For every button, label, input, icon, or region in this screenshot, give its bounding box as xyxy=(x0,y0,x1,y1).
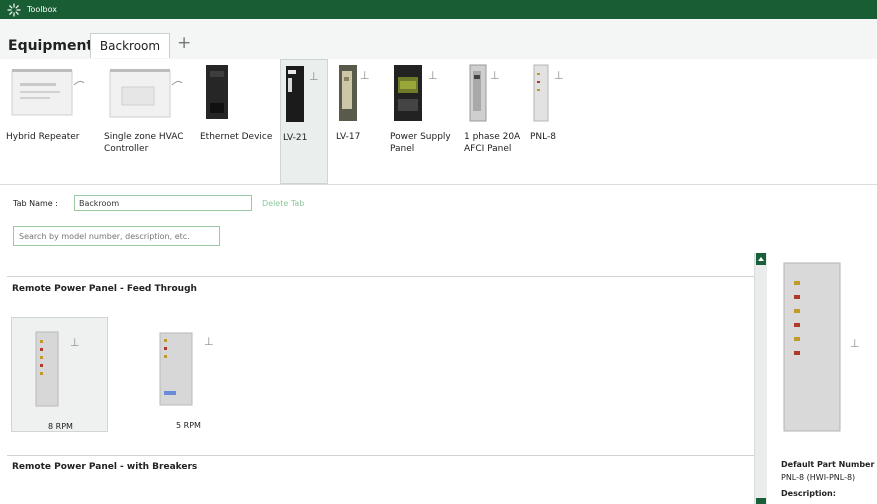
device-label: Ethernet Device xyxy=(200,132,273,142)
hybrid-repeater-image xyxy=(11,69,85,116)
8-rpm-image xyxy=(35,331,59,407)
tab-bar: Equipment Backroom + xyxy=(0,19,877,60)
equipment-heading: Equipment xyxy=(8,38,94,54)
ethernet-device-image xyxy=(206,65,228,119)
device-ethernet[interactable]: Ethernet Device xyxy=(198,59,276,184)
5-rpm-image xyxy=(159,332,193,406)
hvac-controller-image xyxy=(109,69,183,118)
lv-21-image xyxy=(286,66,304,122)
device-label: PNL-8 xyxy=(530,132,556,142)
link-icon: ⊥ xyxy=(70,336,80,349)
tab-backroom[interactable]: Backroom xyxy=(90,33,170,58)
link-icon: ⊥ xyxy=(204,335,214,348)
power-supply-panel-image xyxy=(394,65,422,121)
delete-tab-link[interactable]: Delete Tab xyxy=(262,199,304,208)
list-scrollbar[interactable] xyxy=(754,253,767,504)
description-label: Description: xyxy=(781,489,836,498)
link-icon: ⊥ xyxy=(490,69,500,82)
add-tab-button[interactable]: + xyxy=(177,33,191,53)
device-lv-17[interactable]: ⊥ LV-17 xyxy=(334,59,382,184)
device-pnl-8[interactable]: ⊥ PNL-8 xyxy=(530,59,574,184)
card-8-rpm[interactable]: ⊥ 8 RPM xyxy=(11,317,108,432)
device-lv-21[interactable]: ⊥ LV-21 xyxy=(280,59,328,184)
card-5-rpm[interactable]: ⊥ 5 RPM xyxy=(140,317,237,432)
device-hvac-controller[interactable]: Single zone HVAC Controller xyxy=(104,59,194,184)
device-label: 1 phase 20A AFCI Panel xyxy=(464,132,521,154)
device-power-supply-panel[interactable]: ⊥ Power Supply Panel xyxy=(388,59,456,184)
scroll-up-icon[interactable] xyxy=(756,253,766,265)
divider xyxy=(7,276,754,277)
link-icon: ⊥ xyxy=(360,69,370,82)
divider xyxy=(0,184,877,185)
pnl-8-image xyxy=(533,64,549,122)
card-label: 8 RPM xyxy=(48,422,73,431)
section-title: Remote Power Panel - Feed Through xyxy=(12,284,197,294)
device-afci-panel[interactable]: ⊥ 1 phase 20A AFCI Panel xyxy=(462,59,528,184)
default-part-value: PNL-8 (HWI-PNL-8) xyxy=(781,473,856,482)
lv-17-image xyxy=(339,65,357,121)
equipment-list: Remote Power Panel - Feed Through ⊥ 8 RP… xyxy=(7,253,754,504)
app-logo-icon xyxy=(7,2,21,17)
afci-panel-image xyxy=(469,64,487,122)
link-icon: ⊥ xyxy=(850,337,860,350)
device-label: Single zone HVAC Controller xyxy=(104,132,184,154)
device-hybrid-repeater[interactable]: Hybrid Repeater xyxy=(6,59,94,184)
default-part-label: Default Part Number xyxy=(781,460,875,469)
device-strip: Hybrid Repeater Single zone HVAC Control… xyxy=(0,59,877,184)
search-input[interactable] xyxy=(13,226,220,246)
card-label: 5 RPM xyxy=(176,421,201,430)
scroll-down-icon[interactable] xyxy=(756,498,766,504)
link-icon: ⊥ xyxy=(309,70,319,83)
device-label: Power Supply Panel xyxy=(390,132,451,154)
pnl-8-detail-image xyxy=(783,262,841,432)
detail-panel: ⊥ Default Part Number PNL-8 (HWI-PNL-8) … xyxy=(770,253,877,504)
device-label: Hybrid Repeater xyxy=(6,132,80,142)
tab-name-label: Tab Name : xyxy=(13,199,58,208)
section-title: Remote Power Panel - with Breakers xyxy=(12,462,198,472)
link-icon: ⊥ xyxy=(554,69,564,82)
device-label: LV-21 xyxy=(283,133,308,143)
title-bar: Toolbox xyxy=(0,0,877,19)
divider xyxy=(7,455,754,456)
tab-name-input[interactable] xyxy=(74,195,252,211)
link-icon: ⊥ xyxy=(428,69,438,82)
window-title: Toolbox xyxy=(27,5,57,14)
device-label: LV-17 xyxy=(336,132,361,142)
